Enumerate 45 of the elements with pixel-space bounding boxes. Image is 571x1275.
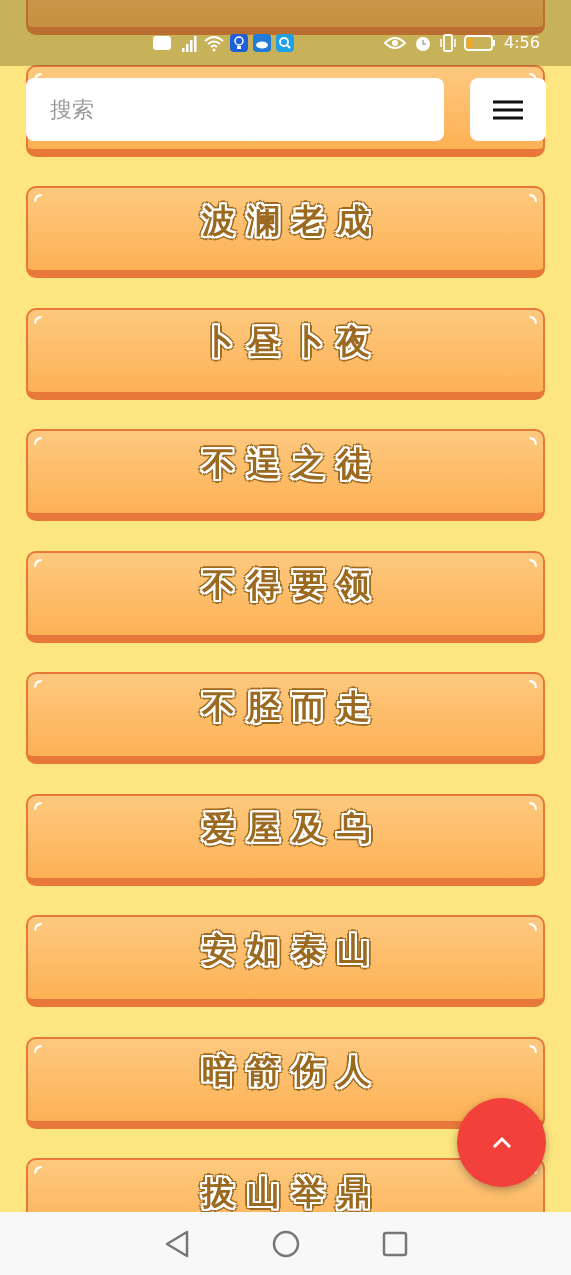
gloss-icon [34, 801, 42, 810]
gloss-icon [529, 558, 537, 567]
search-icon [276, 34, 294, 52]
gloss-icon [34, 1166, 42, 1174]
list-item[interactable]: 安如泰山 [26, 915, 545, 1007]
gloss-icon [529, 801, 537, 810]
battery-icon [464, 33, 496, 52]
search-field[interactable]: 搜索 [26, 78, 444, 141]
gloss-icon [34, 194, 42, 202]
hd-icon [153, 35, 171, 51]
list-item[interactable]: 暗箭伤人 [26, 1036, 545, 1129]
home-button[interactable] [271, 1229, 300, 1258]
list-item[interactable]: 不得要领 [26, 550, 545, 643]
list-item[interactable]: 波澜老成 [26, 186, 545, 278]
home-icon [271, 1229, 300, 1258]
gloss-icon [34, 437, 42, 445]
gloss-icon [529, 680, 537, 688]
back-button[interactable] [163, 1229, 190, 1258]
eye-icon [384, 34, 406, 51]
gloss-icon [529, 923, 537, 931]
vibrate-icon [440, 33, 456, 52]
back-icon [163, 1229, 190, 1258]
cloud-icon [253, 34, 271, 52]
gloss-icon [529, 194, 537, 202]
gloss-icon [34, 680, 42, 688]
list-item[interactable]: 不胫而走 [26, 672, 545, 764]
gloss-icon [34, 558, 42, 567]
wifi-icon [203, 34, 225, 52]
menu-button[interactable] [470, 78, 546, 141]
bulb-icon [230, 34, 248, 52]
list-item[interactable]: 卜昼卜夜 [26, 307, 545, 400]
list-item[interactable]: 爱屋及乌 [26, 793, 545, 886]
menu-icon [493, 99, 523, 120]
status-time: 4:56 [504, 33, 540, 52]
gloss-icon [34, 1044, 42, 1053]
chevron-up-icon [490, 1135, 513, 1150]
gloss-icon [529, 315, 537, 324]
list-item[interactable]: 拔山举鼎 [26, 1158, 545, 1212]
gloss-icon [529, 1044, 537, 1053]
gloss-icon [34, 923, 42, 931]
list-item[interactable]: 不逞之徒 [26, 429, 545, 521]
gloss-icon [34, 315, 42, 324]
recents-icon [381, 1230, 408, 1257]
recents-button[interactable] [381, 1230, 408, 1257]
gloss-icon [529, 437, 537, 445]
